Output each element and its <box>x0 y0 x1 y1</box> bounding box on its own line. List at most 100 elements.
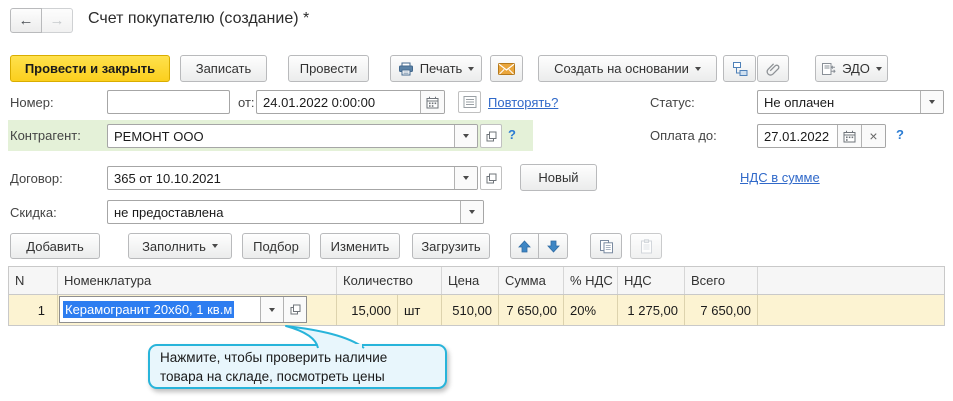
counterparty-help-link[interactable]: ? <box>508 127 516 142</box>
document-list-button[interactable] <box>458 91 481 113</box>
load-label: Загрузить <box>421 239 480 254</box>
nomenclature-caret-icon <box>269 308 275 312</box>
pick-button[interactable]: Подбор <box>242 233 310 259</box>
status-select[interactable]: Не оплачен <box>757 90 944 114</box>
forward-arrow-icon: → <box>50 13 65 28</box>
back-arrow-icon: ← <box>19 13 34 28</box>
number-value <box>108 91 229 113</box>
printer-icon <box>398 62 414 76</box>
cell-sum[interactable]: 7 650,00 <box>499 295 564 325</box>
contract-caret-icon <box>463 176 469 180</box>
print-button[interactable]: Печать <box>390 55 482 82</box>
copy-rows-button[interactable] <box>590 233 622 259</box>
cell-total[interactable]: 7 650,00 <box>685 295 758 325</box>
save-button[interactable]: Записать <box>180 55 267 82</box>
move-row-buttons <box>510 233 568 259</box>
contract-value: 365 от 10.10.2021 <box>108 167 454 189</box>
edo-caret-icon <box>876 67 882 71</box>
counterparty-open-button[interactable] <box>480 124 502 148</box>
edo-label: ЭДО <box>842 61 870 76</box>
pay-until-clear-button[interactable]: × <box>861 125 885 147</box>
add-row-label: Добавить <box>26 239 83 254</box>
contract-input[interactable]: 365 от 10.10.2021 <box>107 166 478 190</box>
post-button[interactable]: Провести <box>288 55 369 82</box>
cell-empty <box>758 295 944 325</box>
number-input[interactable] <box>107 90 230 114</box>
date-label: от: <box>238 95 255 110</box>
cell-row-number[interactable]: 1 <box>9 295 58 325</box>
save-label: Записать <box>196 61 252 76</box>
nav-buttons: ← → <box>10 8 73 33</box>
edit-button[interactable]: Изменить <box>320 233 400 259</box>
forward-button[interactable]: → <box>42 8 73 33</box>
post-and-close-button[interactable]: Провести и закрыть <box>10 55 170 82</box>
fill-label: Заполнить <box>142 239 206 254</box>
cell-price[interactable]: 510,00 <box>442 295 499 325</box>
column-header-vat[interactable]: НДС <box>618 267 685 294</box>
cell-unit[interactable]: шт <box>398 295 442 325</box>
send-email-button[interactable] <box>490 55 523 82</box>
cell-vat[interactable]: 1 275,00 <box>618 295 685 325</box>
pay-until-input[interactable]: 27.01.2022 × <box>757 124 886 148</box>
table-header: N Номенклатура Количество Цена Сумма % Н… <box>8 266 945 295</box>
create-based-on-button[interactable]: Создать на основании <box>538 55 717 82</box>
column-header-price[interactable]: Цена <box>442 267 499 294</box>
list-icon <box>463 95 477 109</box>
column-header-nomenclature[interactable]: Номенклатура <box>58 267 337 294</box>
related-documents-button[interactable] <box>723 55 756 82</box>
status-label: Статус: <box>650 95 695 110</box>
open-form-icon <box>486 173 497 184</box>
back-button[interactable]: ← <box>10 8 42 33</box>
table-row[interactable]: 1 Керамогранит 20x60, 1 кв.м 15,000 шт 5… <box>8 295 945 326</box>
contract-label: Договор: <box>10 171 63 186</box>
pay-until-label: Оплата до: <box>650 128 717 143</box>
print-label: Печать <box>420 61 463 76</box>
document-structure-icon <box>732 61 748 77</box>
counterparty-value: РЕМОНТ ООО <box>108 125 454 147</box>
pay-until-calendar-button[interactable] <box>837 125 861 147</box>
nomenclature-selected-text: Керамогранит 20x60, 1 кв.м <box>63 301 234 318</box>
column-header-n[interactable]: N <box>9 267 58 294</box>
column-header-vat-rate[interactable]: % НДС <box>564 267 618 294</box>
column-header-quantity[interactable]: Количество <box>337 267 442 294</box>
cell-vat-rate[interactable]: 20% <box>564 295 618 325</box>
post-and-close-label: Провести и закрыть <box>25 61 155 76</box>
contract-dropdown-button[interactable] <box>454 167 477 189</box>
counterparty-input[interactable]: РЕМОНТ ООО <box>107 124 478 148</box>
discount-dropdown-button[interactable] <box>460 201 483 223</box>
edit-label: Изменить <box>331 239 390 254</box>
move-down-button[interactable] <box>539 233 568 259</box>
add-row-button[interactable]: Добавить <box>10 233 100 259</box>
move-up-button[interactable] <box>510 233 539 259</box>
discount-select[interactable]: не предоставлена <box>107 200 484 224</box>
vat-in-sum-link[interactable]: НДС в сумме <box>740 170 820 185</box>
paperclip-icon <box>766 61 781 76</box>
paste-rows-button[interactable] <box>630 233 662 259</box>
date-input[interactable]: 24.01.2022 0:00:00 <box>256 90 445 114</box>
attachments-button[interactable] <box>757 55 789 82</box>
nomenclature-text-area[interactable]: Керамогранит 20x60, 1 кв.м <box>60 297 260 322</box>
column-header-sum[interactable]: Сумма <box>499 267 564 294</box>
contract-open-button[interactable] <box>480 166 502 190</box>
create-based-on-caret-icon <box>695 67 701 71</box>
column-header-total[interactable]: Всего <box>685 267 758 294</box>
pay-until-help-link[interactable]: ? <box>896 127 904 142</box>
pay-until-value: 27.01.2022 <box>758 125 837 147</box>
fill-button[interactable]: Заполнить <box>128 233 232 259</box>
column-header-empty <box>758 267 944 294</box>
repeat-link[interactable]: Повторять? <box>488 95 558 110</box>
post-label: Провести <box>300 61 358 76</box>
new-contract-button[interactable]: Новый <box>520 164 597 191</box>
status-dropdown-button[interactable] <box>920 91 943 113</box>
arrow-up-icon <box>518 240 531 253</box>
print-menu-caret-icon <box>468 67 474 71</box>
page-title: Счет покупателю (создание) * <box>88 10 309 28</box>
discount-value: не предоставлена <box>108 201 460 223</box>
counterparty-dropdown-button[interactable] <box>454 125 477 147</box>
edo-button[interactable]: ЭДО <box>815 55 888 82</box>
date-calendar-button[interactable] <box>420 91 444 113</box>
load-button[interactable]: Загрузить <box>412 233 490 259</box>
status-value: Не оплачен <box>758 91 920 113</box>
edo-exchange-icon <box>821 62 836 76</box>
counterparty-caret-icon <box>463 134 469 138</box>
